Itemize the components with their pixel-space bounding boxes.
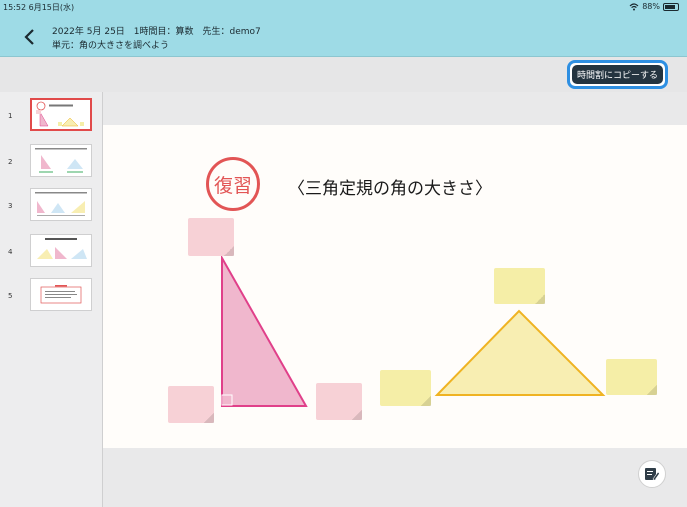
sticky-note[interactable]: [316, 383, 362, 420]
sticky-note[interactable]: [168, 386, 214, 423]
pink-triangle: [221, 254, 308, 407]
edit-note-icon[interactable]: [644, 466, 660, 482]
yellow-triangle: [434, 309, 606, 396]
sticky-note[interactable]: [494, 268, 545, 304]
sticky-note[interactable]: [606, 359, 657, 395]
sticky-note[interactable]: [188, 218, 234, 256]
triangle-shapes: [221, 254, 606, 407]
edit-note-button[interactable]: [638, 460, 666, 488]
sticky-note[interactable]: [380, 370, 431, 406]
